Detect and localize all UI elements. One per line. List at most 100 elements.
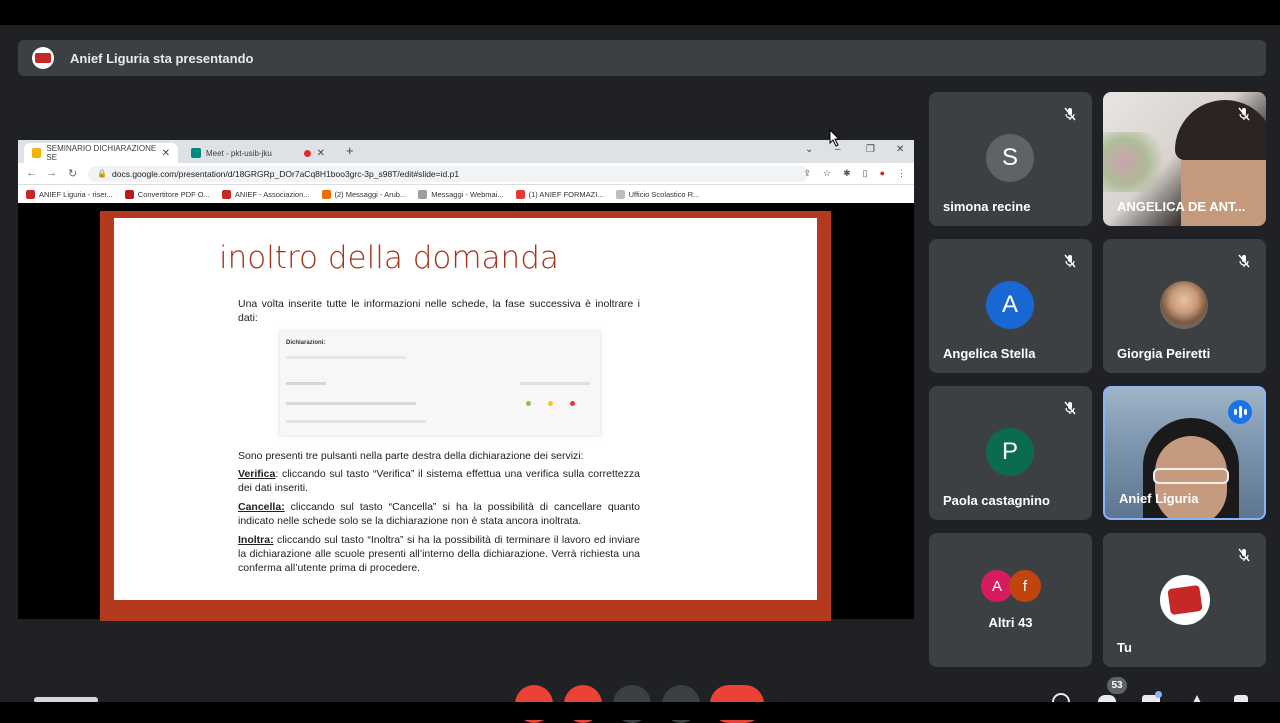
video-background [1103, 132, 1173, 192]
avatar: S [986, 134, 1034, 182]
tab-slides[interactable]: SEMINARIO DICHIARAZIONE SE ✕ [24, 143, 178, 163]
others-count: Altri 43 [988, 615, 1033, 630]
mic-off-icon [1060, 104, 1080, 124]
menu-icon[interactable]: ⋮ [897, 168, 906, 179]
extension-icon[interactable]: ✱ [843, 168, 851, 179]
slide-item-verifica: Verifica: cliccando sul tasto “Verifica”… [238, 467, 640, 495]
mic-off-icon [1234, 545, 1254, 565]
presenter-title: Anief Liguria sta presentando [70, 50, 254, 66]
participant-tile[interactable]: P Paola castagnino [929, 386, 1092, 520]
bookmark-label: (2) Messaggi - Arub... [334, 189, 407, 199]
slide-intro: Una volta inserite tutte le informazioni… [238, 298, 640, 324]
cursor-icon [829, 129, 841, 147]
slide-title: inoltro della domanda [219, 240, 559, 276]
embed-line [520, 382, 590, 385]
item-text: : cliccando sul tasto “Verifica” il sist… [238, 468, 640, 494]
forward-icon[interactable]: → [46, 167, 57, 179]
lock-icon: 🔒 [97, 169, 107, 178]
meet-window: Anief Liguria sta presentando SEMINARIO … [0, 25, 1280, 723]
share-icon[interactable]: ⇪ [803, 168, 811, 179]
participant-tile-others[interactable]: A f Altri 43 [929, 533, 1092, 667]
participant-tile[interactable]: Giorgia Peiretti [1103, 239, 1266, 373]
shared-screen: SEMINARIO DICHIARAZIONE SE ✕ Meet - pkt-… [18, 140, 914, 621]
bookmark[interactable]: ANIEF Liguria - riser... [26, 189, 113, 199]
embed-line [286, 420, 426, 423]
letterbox-bottom [0, 702, 1280, 720]
meet-icon [191, 148, 201, 158]
avatar: f [1009, 570, 1041, 602]
restore-icon[interactable]: ❐ [866, 144, 875, 155]
bookmark[interactable]: (1) ANIEF FORMAZI... [515, 189, 604, 199]
avatar: P [986, 428, 1034, 476]
mic-off-icon [1060, 251, 1080, 271]
bookmark-icon [26, 189, 35, 199]
mic-off-icon [1060, 398, 1080, 418]
bookmark-icon [418, 189, 428, 199]
bookmark-label: Messaggi - Webmai... [431, 189, 504, 199]
youtube-icon [515, 189, 525, 199]
participant-name: ANGELICA DE ANT... [1117, 199, 1246, 214]
sidepanel-icon[interactable]: ▯ [863, 168, 868, 179]
address-bar: ← → ↻ 🔒 docs.google.com/presentation/d/1… [18, 163, 914, 185]
tab-label: SEMINARIO DICHIARAZIONE SE [46, 144, 157, 162]
slide-area: inoltro della domanda Una volta inserite… [18, 203, 914, 621]
slide-frame: inoltro della domanda Una volta inserite… [100, 211, 831, 621]
bookmark-label: ANIEF - Associazion... [234, 189, 310, 199]
avatar-photo [1160, 281, 1208, 329]
toolbar-icons: ⇪ ☆ ✱ ▯ ● ⋮ [803, 168, 906, 179]
reload-icon[interactable]: ↻ [68, 167, 77, 180]
back-icon[interactable]: ← [26, 167, 37, 179]
notification-dot-icon [1155, 691, 1162, 698]
url-text: docs.google.com/presentation/d/18GRGRp_D… [112, 169, 460, 179]
item-text: cliccando sul tasto “Inoltra” si ha la p… [238, 534, 640, 574]
tab-label: Meet - pkt-usib-jku [206, 148, 272, 158]
recording-dot-icon [303, 149, 311, 157]
mic-off-icon [1234, 251, 1254, 271]
item-term: Inoltra: [238, 534, 274, 546]
embed-line [286, 382, 326, 385]
close-icon[interactable]: ✕ [162, 148, 170, 159]
bookmark-label: Convertitore PDF O... [137, 189, 210, 199]
send-dot-icon [570, 401, 575, 406]
participant-name: simona recine [943, 199, 1031, 214]
participant-count-badge: 53 [1107, 677, 1127, 694]
participant-name: Angelica Stella [943, 346, 1036, 361]
profile-icon[interactable]: ● [880, 168, 885, 179]
star-icon[interactable]: ☆ [823, 168, 831, 179]
participant-tile-self[interactable]: Tu [1103, 533, 1266, 667]
embed-line [286, 402, 416, 405]
bookmark[interactable]: (2) Messaggi - Arub... [321, 189, 407, 199]
item-term: Cancella: [238, 501, 285, 513]
anief-logo-icon [1160, 575, 1210, 625]
bookmark[interactable]: Messaggi - Webmai... [418, 189, 504, 199]
bookmark-icon [321, 189, 331, 199]
participant-tile[interactable]: ANGELICA DE ANT... [1103, 92, 1266, 226]
participant-tile[interactable]: Anief Liguria [1103, 386, 1266, 520]
embed-line [286, 356, 406, 359]
bookmark[interactable]: ANIEF - Associazion... [221, 189, 310, 199]
url-field[interactable]: 🔒 docs.google.com/presentation/d/18GRGRp… [88, 166, 808, 182]
item-term: Verifica [238, 468, 276, 480]
bookmark[interactable]: Ufficio Scolastico R... [615, 189, 700, 199]
embed-label: Dichiarazioni: [286, 340, 326, 346]
pdf-icon [124, 189, 134, 199]
bookmark-icon [221, 189, 231, 199]
close-icon[interactable]: ✕ [317, 148, 325, 159]
participant-name: Anief Liguria [1119, 491, 1199, 506]
bookmark-icon [615, 189, 625, 199]
new-tab-icon[interactable]: + [346, 143, 354, 158]
avatar: A [986, 281, 1034, 329]
slides-icon [32, 148, 42, 158]
tab-meet[interactable]: Meet - pkt-usib-jku ✕ [183, 143, 333, 163]
slide-item-inoltra: Inoltra: cliccando sul tasto “Inoltra” s… [238, 533, 640, 575]
close-window-icon[interactable]: ✕ [896, 144, 904, 155]
participant-tile[interactable]: S simona recine [929, 92, 1092, 226]
participant-tile[interactable]: A Angelica Stella [929, 239, 1092, 373]
presenter-bar: Anief Liguria sta presentando [18, 40, 1266, 76]
bookmark-label: Ufficio Scolastico R... [628, 189, 700, 199]
mic-off-icon [1234, 104, 1254, 124]
embedded-screenshot: Dichiarazioni: [279, 331, 601, 436]
speaking-indicator-icon [1228, 400, 1252, 424]
bookmark[interactable]: Convertitore PDF O... [124, 189, 210, 199]
chevron-down-icon[interactable]: ⌄ [805, 144, 813, 155]
